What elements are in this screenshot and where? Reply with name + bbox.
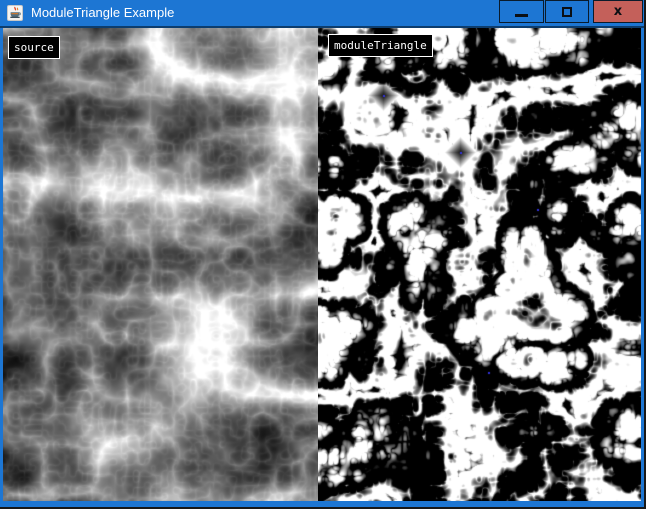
window-border-left [0,28,3,501]
java-coffee-cup-icon [7,5,23,21]
title-bar[interactable]: ModuleTriangle Example x [0,0,646,26]
source-noise-image [3,28,318,501]
window-title: ModuleTriangle Example [31,0,174,26]
moduletriangle-noise-image [318,28,641,501]
app-window: ModuleTriangle Example x source moduleTr… [0,0,646,509]
close-icon: x [614,5,622,18]
source-label: source [8,36,60,59]
minimize-button[interactable] [499,0,544,23]
maximize-button[interactable] [545,0,589,23]
minimize-icon [515,14,528,17]
moduletriangle-label: moduleTriangle [328,34,433,57]
close-button[interactable]: x [593,0,643,23]
maximize-icon [562,7,572,17]
